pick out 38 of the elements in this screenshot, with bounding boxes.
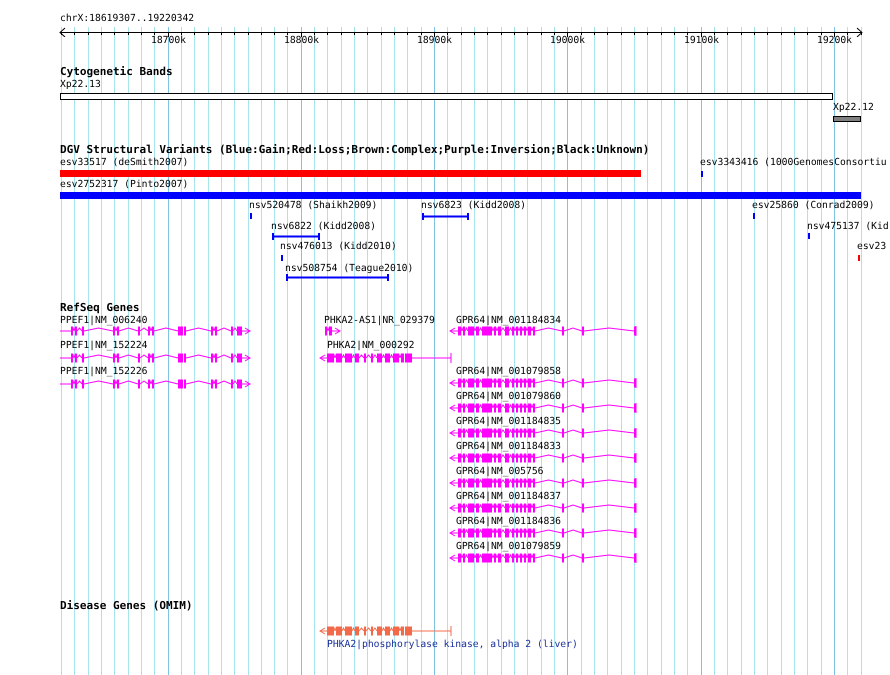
track-title: DGV Structural Variants (Blue:Gain;Red:Loss;Brown:Complex;Purple:Inversion;Black:Unknown)	[60, 144, 650, 156]
band-label: Xp22.13	[60, 79, 101, 91]
gene-label: GPR64|NM_001079860	[456, 391, 561, 403]
gene-label: GPR64|NM_001079859	[456, 541, 561, 553]
gene-label: GPR64|NM_001079858	[456, 366, 561, 378]
variant-label: esv2752317 (Pinto2007)	[60, 179, 188, 191]
gene-label: GPR64|NM_001184836	[456, 516, 561, 528]
track-title: Cytogenetic Bands	[60, 66, 173, 78]
gene-label: PPEF1|NM_152224	[60, 340, 148, 352]
variant-label: nsv6822 (Kidd2008)	[271, 221, 376, 233]
variant-label: nsv476013 (Kidd2010)	[280, 241, 397, 253]
track-title: Disease Genes (OMIM)	[60, 600, 192, 612]
band-label: Xp22.12	[833, 102, 874, 114]
gene-label: PPEF1|NM_152226	[60, 366, 148, 378]
variant-label: esv3343416 (1000GenomesConsortiu	[700, 157, 887, 169]
tick-label: 19100k	[683, 35, 720, 47]
variant-label: esv33517 (deSmith2007)	[60, 157, 188, 169]
track-title: RefSeq Genes	[60, 302, 140, 314]
variant-label: nsv520478 (Shaikh2009)	[249, 200, 378, 212]
tick-label: 18700k	[150, 35, 187, 47]
gene-label: GPR64|NM_005756	[456, 466, 544, 478]
variant-label: esv25860 (Conrad2009)	[752, 200, 874, 212]
gene-label: GPR64|NM_001184834	[456, 315, 561, 327]
gene-label: PPEF1|NM_006240	[60, 315, 148, 327]
tick-label: 18900k	[416, 35, 453, 47]
gene-label: GPR64|NM_001184837	[456, 491, 561, 503]
variant-label: esv23	[857, 241, 886, 253]
coordinate-range: chrX:18619307..19220342	[60, 13, 194, 25]
variant-label: nsv6823 (Kidd2008)	[421, 200, 526, 212]
tick-label: 19000k	[549, 35, 586, 47]
tick-label: 18800k	[283, 35, 320, 47]
gene-label: GPR64|NM_001184835	[456, 416, 561, 428]
gene-label: GPR64|NM_001184833	[456, 441, 561, 453]
tick-label: 19200k	[816, 35, 853, 47]
variant-label: nsv508754 (Teague2010)	[285, 263, 414, 275]
gene-label: PHKA2-AS1|NR_029379	[324, 315, 435, 327]
variant-label: nsv475137 (Kid	[807, 221, 889, 233]
gene-label: PHKA2|NM_000292	[327, 340, 414, 352]
